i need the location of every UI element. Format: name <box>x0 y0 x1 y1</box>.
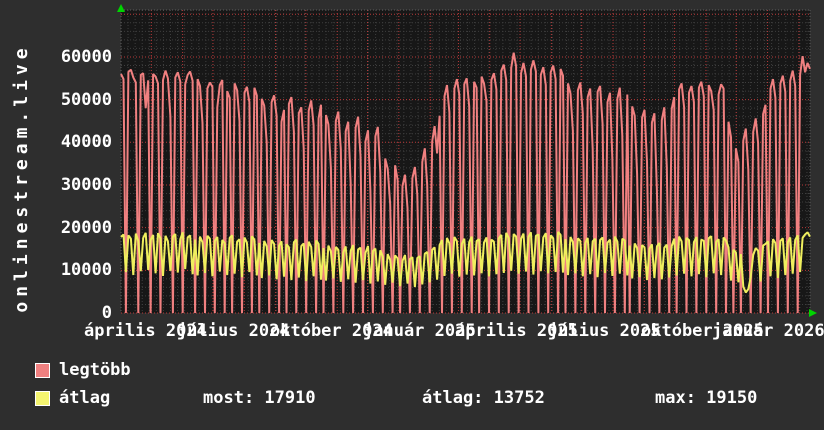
y-axis-label: 60000 <box>60 46 112 67</box>
legend-swatch-legtobb <box>35 363 50 378</box>
x-axis-label: január 2026 <box>712 321 824 341</box>
y-axis-label: 40000 <box>60 132 112 153</box>
y-axis-label: 30000 <box>60 174 112 195</box>
y-axis-label: 0 <box>101 303 112 323</box>
rrd-graph-panel: onlinestream.live 0 10000 20000 30000 40000 5… <box>0 0 824 430</box>
stat-item: most: 17910 <box>203 388 316 408</box>
stat-item: átlag: 13752 <box>422 388 545 408</box>
stat-item: max: 19150 <box>655 388 758 408</box>
y-axis-label: 10000 <box>60 260 112 281</box>
y-axis-label: 20000 <box>60 217 112 238</box>
legend-label-legtobb: legtöbb <box>59 360 131 380</box>
legend-label-atlag: átlag <box>59 388 111 408</box>
x-axis-arrow-icon <box>809 309 817 317</box>
y-axis-label: 50000 <box>60 89 112 110</box>
legend-swatch-atlag <box>35 391 50 406</box>
y-axis-arrow-icon <box>117 4 125 12</box>
